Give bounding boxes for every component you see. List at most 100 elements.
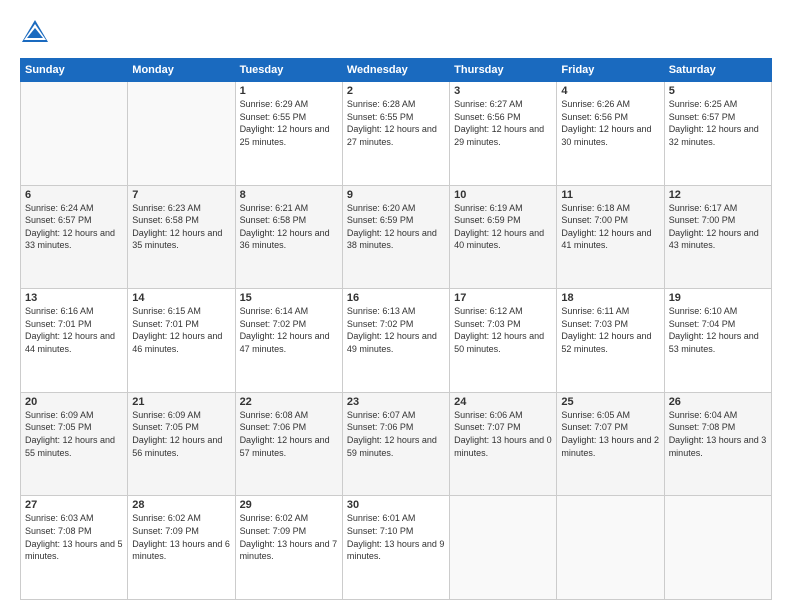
week-row-5: 27Sunrise: 6:03 AM Sunset: 7:08 PM Dayli… <box>21 496 772 600</box>
week-row-1: 1Sunrise: 6:29 AM Sunset: 6:55 PM Daylig… <box>21 82 772 186</box>
calendar-cell: 10Sunrise: 6:19 AM Sunset: 6:59 PM Dayli… <box>450 185 557 289</box>
calendar-cell <box>21 82 128 186</box>
cell-info: Sunrise: 6:15 AM Sunset: 7:01 PM Dayligh… <box>132 305 230 355</box>
cell-info: Sunrise: 6:21 AM Sunset: 6:58 PM Dayligh… <box>240 202 338 252</box>
cell-info: Sunrise: 6:04 AM Sunset: 7:08 PM Dayligh… <box>669 409 767 459</box>
day-header-wednesday: Wednesday <box>342 59 449 82</box>
day-number: 23 <box>347 396 445 408</box>
cell-info: Sunrise: 6:05 AM Sunset: 7:07 PM Dayligh… <box>561 409 659 459</box>
day-number: 26 <box>669 396 767 408</box>
calendar-cell <box>450 496 557 600</box>
cell-info: Sunrise: 6:14 AM Sunset: 7:02 PM Dayligh… <box>240 305 338 355</box>
day-number: 18 <box>561 292 659 304</box>
day-number: 17 <box>454 292 552 304</box>
cell-info: Sunrise: 6:16 AM Sunset: 7:01 PM Dayligh… <box>25 305 123 355</box>
cell-info: Sunrise: 6:26 AM Sunset: 6:56 PM Dayligh… <box>561 98 659 148</box>
day-number: 9 <box>347 189 445 201</box>
cell-info: Sunrise: 6:18 AM Sunset: 7:00 PM Dayligh… <box>561 202 659 252</box>
cell-info: Sunrise: 6:02 AM Sunset: 7:09 PM Dayligh… <box>132 512 230 562</box>
page: SundayMondayTuesdayWednesdayThursdayFrid… <box>0 0 792 612</box>
calendar-cell: 8Sunrise: 6:21 AM Sunset: 6:58 PM Daylig… <box>235 185 342 289</box>
cell-info: Sunrise: 6:02 AM Sunset: 7:09 PM Dayligh… <box>240 512 338 562</box>
calendar-cell: 27Sunrise: 6:03 AM Sunset: 7:08 PM Dayli… <box>21 496 128 600</box>
cell-info: Sunrise: 6:19 AM Sunset: 6:59 PM Dayligh… <box>454 202 552 252</box>
cell-info: Sunrise: 6:10 AM Sunset: 7:04 PM Dayligh… <box>669 305 767 355</box>
cell-info: Sunrise: 6:07 AM Sunset: 7:06 PM Dayligh… <box>347 409 445 459</box>
calendar-cell: 18Sunrise: 6:11 AM Sunset: 7:03 PM Dayli… <box>557 289 664 393</box>
cell-info: Sunrise: 6:17 AM Sunset: 7:00 PM Dayligh… <box>669 202 767 252</box>
day-number: 6 <box>25 189 123 201</box>
calendar-cell <box>128 82 235 186</box>
day-number: 29 <box>240 499 338 511</box>
day-number: 3 <box>454 85 552 97</box>
day-number: 16 <box>347 292 445 304</box>
day-number: 19 <box>669 292 767 304</box>
day-header-monday: Monday <box>128 59 235 82</box>
day-number: 21 <box>132 396 230 408</box>
calendar-cell: 21Sunrise: 6:09 AM Sunset: 7:05 PM Dayli… <box>128 392 235 496</box>
calendar-cell: 26Sunrise: 6:04 AM Sunset: 7:08 PM Dayli… <box>664 392 771 496</box>
calendar-cell: 20Sunrise: 6:09 AM Sunset: 7:05 PM Dayli… <box>21 392 128 496</box>
calendar-cell: 11Sunrise: 6:18 AM Sunset: 7:00 PM Dayli… <box>557 185 664 289</box>
calendar-cell: 12Sunrise: 6:17 AM Sunset: 7:00 PM Dayli… <box>664 185 771 289</box>
day-number: 14 <box>132 292 230 304</box>
day-header-thursday: Thursday <box>450 59 557 82</box>
day-number: 27 <box>25 499 123 511</box>
day-number: 15 <box>240 292 338 304</box>
calendar-table: SundayMondayTuesdayWednesdayThursdayFrid… <box>20 58 772 600</box>
header <box>20 18 772 48</box>
calendar-cell: 6Sunrise: 6:24 AM Sunset: 6:57 PM Daylig… <box>21 185 128 289</box>
calendar-cell: 16Sunrise: 6:13 AM Sunset: 7:02 PM Dayli… <box>342 289 449 393</box>
day-number: 5 <box>669 85 767 97</box>
cell-info: Sunrise: 6:09 AM Sunset: 7:05 PM Dayligh… <box>25 409 123 459</box>
cell-info: Sunrise: 6:28 AM Sunset: 6:55 PM Dayligh… <box>347 98 445 148</box>
day-number: 8 <box>240 189 338 201</box>
day-number: 7 <box>132 189 230 201</box>
week-row-2: 6Sunrise: 6:24 AM Sunset: 6:57 PM Daylig… <box>21 185 772 289</box>
cell-info: Sunrise: 6:20 AM Sunset: 6:59 PM Dayligh… <box>347 202 445 252</box>
day-number: 1 <box>240 85 338 97</box>
cell-info: Sunrise: 6:24 AM Sunset: 6:57 PM Dayligh… <box>25 202 123 252</box>
header-row: SundayMondayTuesdayWednesdayThursdayFrid… <box>21 59 772 82</box>
cell-info: Sunrise: 6:29 AM Sunset: 6:55 PM Dayligh… <box>240 98 338 148</box>
day-header-friday: Friday <box>557 59 664 82</box>
calendar-cell: 3Sunrise: 6:27 AM Sunset: 6:56 PM Daylig… <box>450 82 557 186</box>
calendar-cell: 13Sunrise: 6:16 AM Sunset: 7:01 PM Dayli… <box>21 289 128 393</box>
week-row-3: 13Sunrise: 6:16 AM Sunset: 7:01 PM Dayli… <box>21 289 772 393</box>
day-number: 10 <box>454 189 552 201</box>
calendar-cell: 29Sunrise: 6:02 AM Sunset: 7:09 PM Dayli… <box>235 496 342 600</box>
day-number: 13 <box>25 292 123 304</box>
calendar-cell: 24Sunrise: 6:06 AM Sunset: 7:07 PM Dayli… <box>450 392 557 496</box>
calendar-cell: 14Sunrise: 6:15 AM Sunset: 7:01 PM Dayli… <box>128 289 235 393</box>
cell-info: Sunrise: 6:03 AM Sunset: 7:08 PM Dayligh… <box>25 512 123 562</box>
week-row-4: 20Sunrise: 6:09 AM Sunset: 7:05 PM Dayli… <box>21 392 772 496</box>
calendar-cell: 1Sunrise: 6:29 AM Sunset: 6:55 PM Daylig… <box>235 82 342 186</box>
calendar-cell: 19Sunrise: 6:10 AM Sunset: 7:04 PM Dayli… <box>664 289 771 393</box>
cell-info: Sunrise: 6:12 AM Sunset: 7:03 PM Dayligh… <box>454 305 552 355</box>
day-number: 28 <box>132 499 230 511</box>
calendar-cell <box>557 496 664 600</box>
day-number: 25 <box>561 396 659 408</box>
calendar-cell: 5Sunrise: 6:25 AM Sunset: 6:57 PM Daylig… <box>664 82 771 186</box>
calendar-cell: 25Sunrise: 6:05 AM Sunset: 7:07 PM Dayli… <box>557 392 664 496</box>
cell-info: Sunrise: 6:13 AM Sunset: 7:02 PM Dayligh… <box>347 305 445 355</box>
day-number: 24 <box>454 396 552 408</box>
day-number: 12 <box>669 189 767 201</box>
calendar-cell: 7Sunrise: 6:23 AM Sunset: 6:58 PM Daylig… <box>128 185 235 289</box>
calendar-cell: 15Sunrise: 6:14 AM Sunset: 7:02 PM Dayli… <box>235 289 342 393</box>
calendar-cell: 22Sunrise: 6:08 AM Sunset: 7:06 PM Dayli… <box>235 392 342 496</box>
day-number: 20 <box>25 396 123 408</box>
day-header-saturday: Saturday <box>664 59 771 82</box>
cell-info: Sunrise: 6:27 AM Sunset: 6:56 PM Dayligh… <box>454 98 552 148</box>
cell-info: Sunrise: 6:09 AM Sunset: 7:05 PM Dayligh… <box>132 409 230 459</box>
calendar-cell: 30Sunrise: 6:01 AM Sunset: 7:10 PM Dayli… <box>342 496 449 600</box>
calendar-cell: 28Sunrise: 6:02 AM Sunset: 7:09 PM Dayli… <box>128 496 235 600</box>
calendar-cell <box>664 496 771 600</box>
cell-info: Sunrise: 6:11 AM Sunset: 7:03 PM Dayligh… <box>561 305 659 355</box>
day-number: 2 <box>347 85 445 97</box>
calendar-cell: 23Sunrise: 6:07 AM Sunset: 7:06 PM Dayli… <box>342 392 449 496</box>
cell-info: Sunrise: 6:23 AM Sunset: 6:58 PM Dayligh… <box>132 202 230 252</box>
day-number: 11 <box>561 189 659 201</box>
cell-info: Sunrise: 6:08 AM Sunset: 7:06 PM Dayligh… <box>240 409 338 459</box>
logo-icon <box>20 18 50 48</box>
